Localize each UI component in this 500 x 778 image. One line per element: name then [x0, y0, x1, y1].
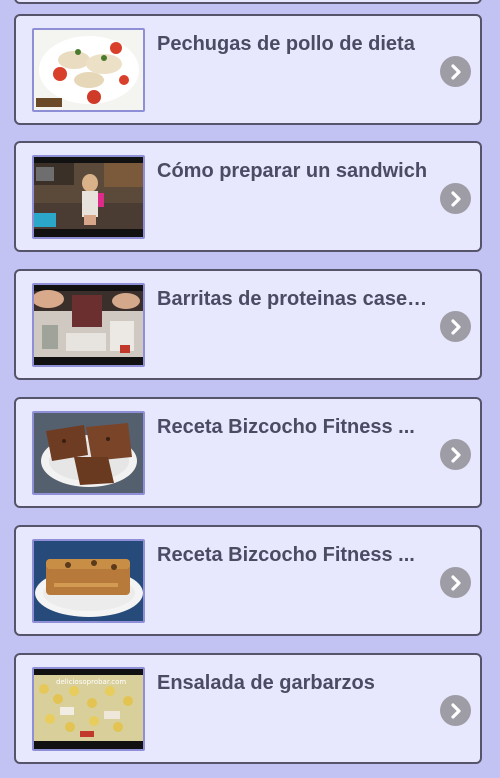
- item-title: Receta Bizcocho Fitness ...: [157, 544, 415, 566]
- chevron-right-icon[interactable]: [440, 311, 471, 342]
- list-item[interactable]: Pechugas de pollo de dieta: [14, 14, 482, 125]
- list-item[interactable]: deliciosoprobar.com Ensalada de garbarzo…: [14, 653, 482, 764]
- item-title: Pechugas de pollo de dieta: [157, 33, 415, 55]
- item-title: Ensalada de garbarzos: [157, 672, 375, 694]
- thumbnail-watermark: deliciosoprobar.com: [56, 678, 127, 686]
- list-item[interactable]: Cómo preparar un sandwich: [14, 141, 482, 252]
- video-thumbnail: [32, 539, 145, 623]
- video-thumbnail: [32, 411, 145, 495]
- item-title: Cómo preparar un sandwich: [157, 160, 428, 182]
- chevron-right-icon[interactable]: [440, 567, 471, 598]
- chevron-right-icon[interactable]: [440, 183, 471, 214]
- list-item-partial[interactable]: [14, 0, 482, 4]
- list-item[interactable]: Receta Bizcocho Fitness ...: [14, 397, 482, 508]
- list-item[interactable]: Barritas de proteinas caseras: [14, 269, 482, 380]
- chevron-right-icon[interactable]: [440, 695, 471, 726]
- video-thumbnail: deliciosoprobar.com: [32, 667, 145, 751]
- chevron-right-icon[interactable]: [440, 56, 471, 87]
- video-thumbnail: [32, 155, 145, 239]
- item-title: Receta Bizcocho Fitness ...: [157, 416, 415, 438]
- list-item[interactable]: Receta Bizcocho Fitness ...: [14, 525, 482, 636]
- item-title: Barritas de proteinas caseras: [157, 288, 431, 310]
- chevron-right-icon[interactable]: [440, 439, 471, 470]
- video-thumbnail: [32, 28, 145, 112]
- video-thumbnail: [32, 283, 145, 367]
